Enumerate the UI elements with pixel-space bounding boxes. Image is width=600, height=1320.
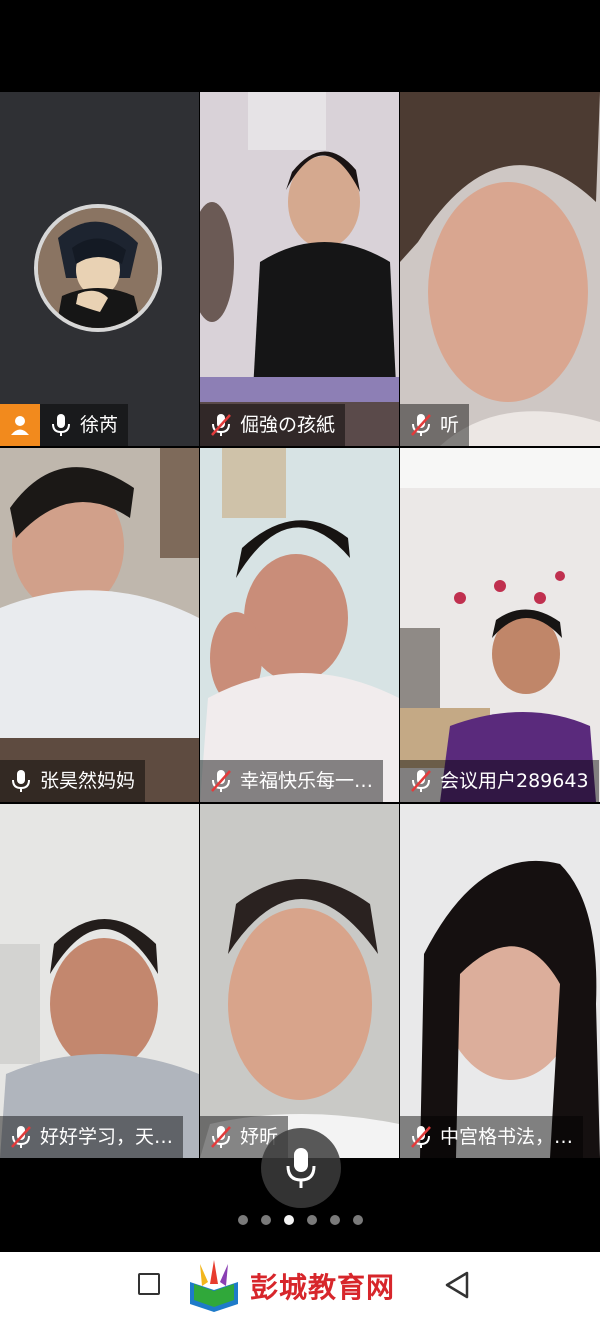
participant-name: 好好学习，天… bbox=[40, 1126, 174, 1148]
host-badge bbox=[0, 404, 40, 446]
person-icon bbox=[11, 416, 29, 435]
microphone-muted-icon bbox=[408, 412, 434, 438]
microphone-toggle-button[interactable] bbox=[261, 1128, 341, 1208]
video-feed bbox=[400, 804, 600, 1158]
video-feed bbox=[0, 804, 199, 1158]
participant-name: 倔強の孩紙 bbox=[240, 414, 336, 436]
participant-tile[interactable]: 会议用户289643 bbox=[400, 448, 600, 802]
page-dot[interactable] bbox=[352, 1215, 363, 1225]
microphone-muted-icon bbox=[208, 412, 234, 438]
watermark-logo: 彭城教育网 bbox=[186, 1260, 395, 1312]
participant-tile[interactable]: 幸福快乐每一… bbox=[200, 448, 399, 802]
video-grid: 徐芮 倔強の孩紙 听 张昊然妈妈 幸福快乐每一… 会议用户289643 好好学习… bbox=[0, 92, 600, 1158]
video-feed bbox=[400, 448, 600, 802]
microphone-muted-icon bbox=[208, 768, 234, 794]
video-feed bbox=[200, 448, 399, 802]
microphone-icon bbox=[48, 412, 74, 438]
page-dot[interactable] bbox=[306, 1215, 317, 1225]
participant-name: 张昊然妈妈 bbox=[40, 770, 136, 792]
video-feed bbox=[400, 92, 600, 446]
participant-name: 会议用户289643 bbox=[440, 770, 589, 792]
page-indicator bbox=[0, 1212, 600, 1228]
participant-name-bar: 好好学习，天… bbox=[0, 1116, 184, 1158]
participant-tile[interactable]: 张昊然妈妈 bbox=[0, 448, 199, 802]
recent-apps-button[interactable] bbox=[138, 1273, 160, 1295]
participant-name: 听 bbox=[440, 414, 460, 436]
participant-tile[interactable]: 听 bbox=[400, 92, 600, 446]
participant-tile[interactable]: 好好学习，天… bbox=[0, 804, 199, 1158]
participant-name-bar: 中宫格书法，… bbox=[400, 1116, 584, 1158]
page-dot[interactable] bbox=[237, 1215, 248, 1225]
participant-name-bar: 张昊然妈妈 bbox=[0, 760, 146, 802]
microphone-muted-icon bbox=[208, 1124, 234, 1150]
participant-name-bar: 倔強の孩紙 bbox=[200, 404, 346, 446]
video-feed bbox=[200, 92, 399, 446]
participant-name: 徐芮 bbox=[80, 414, 119, 436]
video-feed bbox=[200, 804, 399, 1158]
back-icon[interactable] bbox=[444, 1271, 470, 1299]
avatar bbox=[34, 204, 162, 332]
microphone-icon bbox=[8, 768, 34, 794]
microphone-icon bbox=[286, 1148, 316, 1188]
watermark-text: 彭城教育网 bbox=[250, 1271, 396, 1304]
system-navigation-bar: 彭城教育网 bbox=[0, 1252, 600, 1320]
page-dot[interactable] bbox=[329, 1215, 340, 1225]
participant-name-bar: 徐芮 bbox=[0, 404, 129, 446]
page-dot-active[interactable] bbox=[283, 1215, 294, 1225]
video-feed bbox=[0, 448, 199, 802]
participant-tile[interactable]: 徐芮 bbox=[0, 92, 199, 446]
microphone-muted-icon bbox=[408, 768, 434, 794]
microphone-muted-icon bbox=[408, 1124, 434, 1150]
microphone-muted-icon bbox=[8, 1124, 34, 1150]
participant-tile[interactable]: 倔強の孩紙 bbox=[200, 92, 399, 446]
page-dot[interactable] bbox=[260, 1215, 271, 1225]
meeting-screen: 徐芮 倔強の孩紙 听 张昊然妈妈 幸福快乐每一… 会议用户289643 好好学习… bbox=[0, 0, 600, 1320]
participant-name-bar: 会议用户289643 bbox=[400, 760, 599, 802]
participant-name: 中宫格书法，… bbox=[440, 1126, 574, 1148]
participant-tile[interactable]: 妤昕 bbox=[200, 804, 399, 1158]
participant-name-bar: 幸福快乐每一… bbox=[200, 760, 384, 802]
book-logo-icon bbox=[190, 1260, 238, 1312]
participant-name-bar: 听 bbox=[400, 404, 470, 446]
participant-tile[interactable]: 中宫格书法，… bbox=[400, 804, 600, 1158]
participant-name: 幸福快乐每一… bbox=[240, 770, 374, 792]
